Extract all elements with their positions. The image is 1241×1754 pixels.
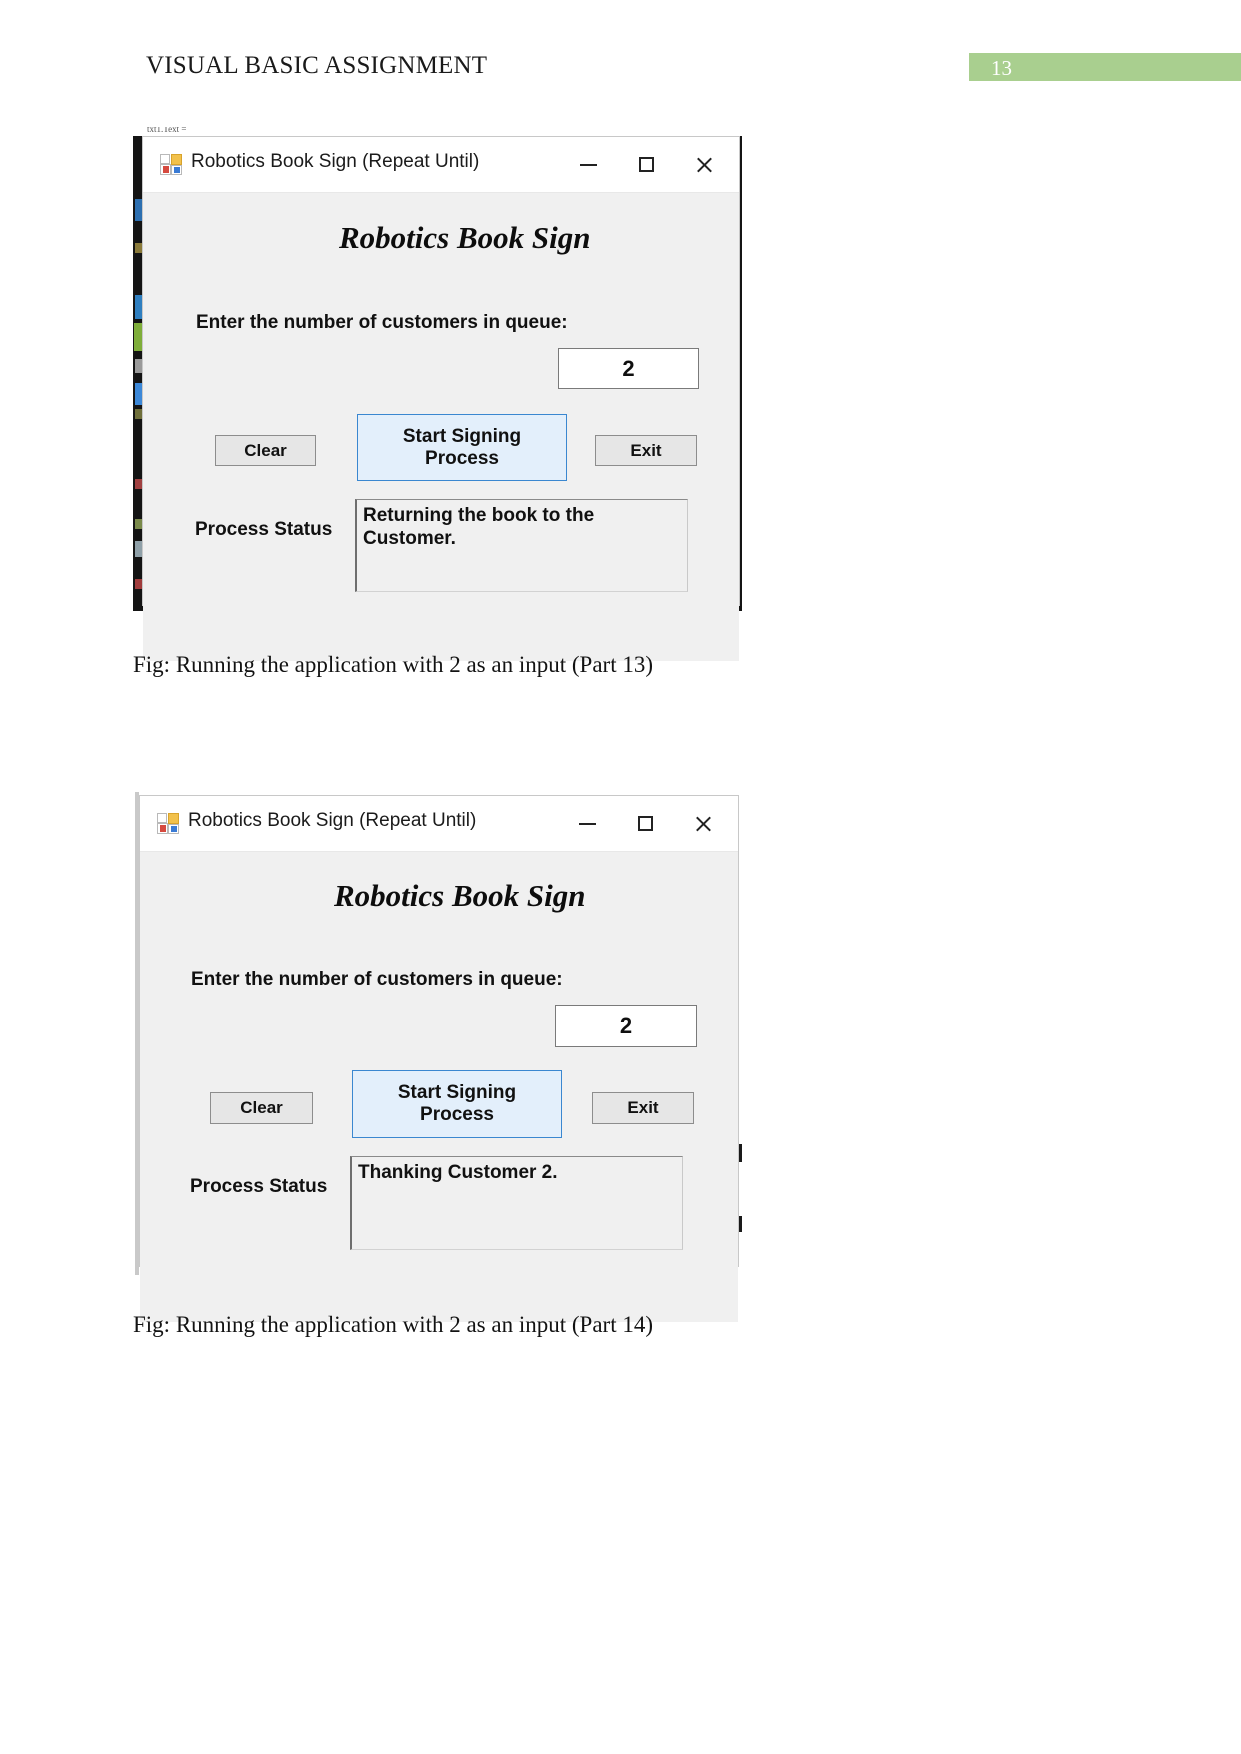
process-status-label: Process Status (190, 1176, 328, 1197)
figure-2-screenshot: Robotics Book Sign (Repeat Until) Roboti… (135, 792, 742, 1322)
clear-button[interactable]: Clear (210, 1092, 313, 1124)
exit-button[interactable]: Exit (592, 1092, 694, 1124)
form-heading: Robotics Book Sign (334, 878, 586, 913)
window-titlebar: Robotics Book Sign (Repeat Until) (143, 137, 739, 193)
start-signing-process-button[interactable]: Start Signing Process (352, 1070, 562, 1138)
process-status-textbox[interactable]: Returning the book to the Customer. (355, 499, 688, 592)
minimize-button[interactable] (558, 796, 616, 851)
status-line-1: Thanking Customer 2. (358, 1162, 558, 1183)
minimize-icon (578, 822, 596, 825)
queue-prompt-label: Enter the number of customers in queue: (191, 969, 563, 990)
window-title: Robotics Book Sign (Repeat Until) (191, 151, 480, 172)
status-line-2: Customer. (363, 528, 456, 550)
maximize-button[interactable] (616, 796, 674, 851)
form-body-2: Robotics Book Sign Enter the number of c… (140, 852, 738, 1322)
window-controls (558, 796, 732, 851)
maximize-icon (638, 157, 654, 172)
window-controls (559, 137, 733, 192)
figure-2-caption: Fig: Running the application with 2 as a… (133, 1312, 653, 1337)
figure-1-screenshot: txt1.Text = Robotics Book Sign (Repeat U… (133, 127, 742, 661)
desktop-bleed-top (133, 127, 742, 136)
close-button[interactable] (674, 796, 732, 851)
start-button-label-line2: Process (425, 447, 499, 469)
vb-winform-icon (160, 154, 182, 175)
start-button-label-line2: Process (420, 1104, 494, 1125)
app-window-2: Robotics Book Sign (Repeat Until) Roboti… (139, 795, 739, 1322)
close-icon (695, 156, 713, 174)
start-button-label-line1: Start Signing (402, 425, 522, 447)
close-icon (694, 815, 712, 833)
start-button-label-line1: Start Signing (397, 1082, 517, 1104)
figure-1-caption: Fig: Running the application with 2 as a… (133, 652, 653, 677)
clear-button[interactable]: Clear (215, 435, 316, 466)
form-body-1: Robotics Book Sign Enter the number of c… (143, 193, 739, 661)
vb-winform-icon (157, 813, 179, 834)
desktop-bleed-label: txt1.Text = (147, 127, 187, 134)
page-number-badge: 13 (969, 53, 1241, 81)
exit-button[interactable]: Exit (595, 435, 697, 466)
app-window-1: Robotics Book Sign (Repeat Until) Roboti… (142, 136, 740, 661)
form-heading: Robotics Book Sign (339, 220, 591, 255)
process-status-textbox[interactable]: Thanking Customer 2. (350, 1156, 683, 1250)
process-status-label: Process Status (195, 519, 333, 540)
start-signing-process-button[interactable]: Start Signing Process (357, 414, 567, 481)
maximize-button[interactable] (617, 137, 675, 192)
window-titlebar: Robotics Book Sign (Repeat Until) (140, 796, 738, 852)
queue-prompt-label: Enter the number of customers in queue: (196, 312, 568, 333)
minimize-icon (579, 163, 597, 166)
maximize-icon (637, 816, 653, 831)
status-line-1: Returning the book to the (363, 505, 595, 526)
desktop-artifact (134, 323, 142, 351)
page-number: 13 (991, 56, 1012, 80)
page-title: VISUAL BASIC ASSIGNMENT (146, 52, 488, 79)
close-button[interactable] (675, 137, 733, 192)
window-title: Robotics Book Sign (Repeat Until) (188, 810, 477, 831)
customer-count-input[interactable]: 2 (558, 348, 699, 389)
page-header: VISUAL BASIC ASSIGNMENT 13 (0, 0, 1241, 100)
minimize-button[interactable] (559, 137, 617, 192)
customer-count-input[interactable]: 2 (555, 1005, 697, 1047)
